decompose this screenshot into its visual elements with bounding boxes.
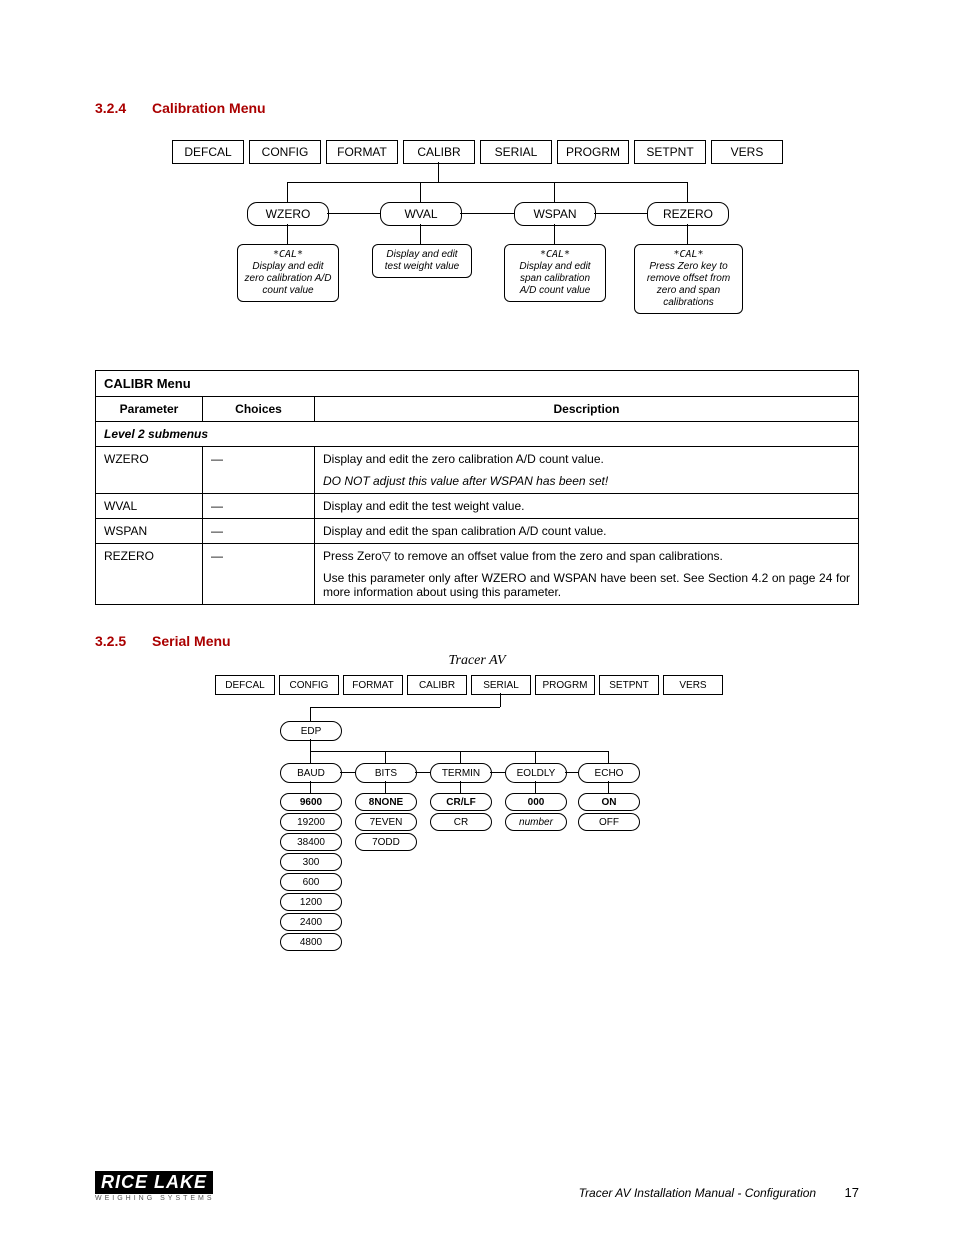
opt-baud: 4800: [280, 933, 342, 951]
opt-eoldly: 000: [505, 793, 567, 811]
opt-termin: CR/LF: [430, 793, 492, 811]
opt-baud: 9600: [280, 793, 342, 811]
submenu-wspan: WSPAN: [514, 202, 596, 226]
menu-vers: VERS: [663, 675, 723, 695]
serial-menu-diagram: DEFCAL CONFIG FORMAT CALIBR SERIAL PROGR…: [215, 675, 725, 975]
submenu-wzero: WZERO: [247, 202, 329, 226]
opt-baud: 600: [280, 873, 342, 891]
section-number: 3.2.5: [95, 633, 126, 649]
table-title: CALIBR Menu: [96, 371, 859, 397]
menu-setpnt: SETPNT: [599, 675, 659, 695]
menu-calibr: CALIBR: [403, 140, 475, 164]
param-bits: BITS: [355, 763, 417, 783]
opt-baud: 1200: [280, 893, 342, 911]
cal-label: *CAL*: [273, 249, 303, 260]
opt-echo: OFF: [578, 813, 640, 831]
opt-bits: 7EVEN: [355, 813, 417, 831]
desc-text: Display and edit the zero calibration A/…: [323, 452, 604, 466]
param-cell: REZERO: [96, 544, 203, 605]
desc-cell: Display and edit the zero calibration A/…: [315, 447, 859, 494]
note-wzero: *CAL* Display and edit zero calibration …: [237, 244, 339, 302]
opt-eoldly: number: [505, 813, 567, 831]
menu-defcal: DEFCAL: [172, 140, 244, 164]
desc-text: DO NOT adjust this value after WSPAN has…: [323, 474, 608, 488]
menu-progrm: PROGRM: [557, 140, 629, 164]
page-number: 17: [845, 1185, 859, 1200]
section-number: 3.2.4: [95, 100, 126, 116]
opt-termin: CR: [430, 813, 492, 831]
param-eoldly: EOLDLY: [505, 763, 567, 783]
desc-cell: Display and edit the span calibration A/…: [315, 519, 859, 544]
menu-config: CONFIG: [249, 140, 321, 164]
level-2-submenus: Level 2 submenus: [96, 422, 859, 447]
menu-serial: SERIAL: [471, 675, 531, 695]
param-cell: WVAL: [96, 494, 203, 519]
desc-cell: Display and edit the test weight value.: [315, 494, 859, 519]
note-rezero: *CAL* Press Zero key to remove offset fr…: [634, 244, 743, 314]
section-title: Serial Menu: [152, 633, 231, 649]
section-3-2-5-heading: 3.2.5 Serial Menu: [95, 633, 859, 649]
opt-baud: 38400: [280, 833, 342, 851]
table-row: WSPAN — Display and edit the span calibr…: [96, 519, 859, 544]
menu-vers: VERS: [711, 140, 783, 164]
cal-label: *CAL*: [673, 249, 703, 260]
calibr-menu-table: CALIBR Menu Parameter Choices Descriptio…: [95, 370, 859, 605]
section-3-2-4-heading: 3.2.4 Calibration Menu: [95, 100, 859, 116]
opt-bits: 8NONE: [355, 793, 417, 811]
menu-calibr: CALIBR: [407, 675, 467, 695]
submenu-wval: WVAL: [380, 202, 462, 226]
note-text: Display and edit zero calibration A/D co…: [245, 261, 332, 296]
menu-serial: SERIAL: [480, 140, 552, 164]
submenu-rezero: REZERO: [647, 202, 729, 226]
menu-format: FORMAT: [326, 140, 398, 164]
opt-echo: ON: [578, 793, 640, 811]
serial-diagram-title: Tracer AV: [95, 653, 859, 669]
page-footer: RICE LAKE WEIGHING SYSTEMS Tracer AV Ins…: [95, 1171, 859, 1202]
menu-format: FORMAT: [343, 675, 403, 695]
param-baud: BAUD: [280, 763, 342, 783]
calibration-menu-diagram: DEFCAL CONFIG FORMAT CALIBR SERIAL PROGR…: [172, 140, 782, 330]
note-text: Display and edit test weight value: [385, 249, 460, 272]
note-text: Display and edit span calibration A/D co…: [519, 261, 590, 296]
submenu-edp: EDP: [280, 721, 342, 741]
desc-text: Press Zero▽ to remove an offset value fr…: [323, 549, 723, 563]
logo-text: RICE LAKE: [95, 1171, 213, 1194]
choices-cell: —: [203, 494, 315, 519]
rice-lake-logo: RICE LAKE WEIGHING SYSTEMS: [95, 1171, 215, 1202]
menu-config: CONFIG: [279, 675, 339, 695]
opt-bits: 7ODD: [355, 833, 417, 851]
note-wspan: *CAL* Display and edit span calibration …: [504, 244, 606, 302]
th-parameter: Parameter: [96, 397, 203, 422]
param-termin: TERMIN: [430, 763, 492, 783]
section-title: Calibration Menu: [152, 100, 266, 116]
opt-baud: 19200: [280, 813, 342, 831]
menu-progrm: PROGRM: [535, 675, 595, 695]
table-row: WVAL — Display and edit the test weight …: [96, 494, 859, 519]
param-cell: WSPAN: [96, 519, 203, 544]
th-choices: Choices: [203, 397, 315, 422]
desc-cell: Press Zero▽ to remove an offset value fr…: [315, 544, 859, 605]
choices-cell: —: [203, 544, 315, 605]
note-text: Press Zero key to remove offset from zer…: [647, 261, 730, 308]
menu-setpnt: SETPNT: [634, 140, 706, 164]
cal-label: *CAL*: [540, 249, 570, 260]
param-echo: ECHO: [578, 763, 640, 783]
desc-text: Use this parameter only after WZERO and …: [323, 571, 850, 599]
opt-baud: 2400: [280, 913, 342, 931]
menu-defcal: DEFCAL: [215, 675, 275, 695]
th-description: Description: [315, 397, 859, 422]
param-cell: WZERO: [96, 447, 203, 494]
opt-baud: 300: [280, 853, 342, 871]
choices-cell: —: [203, 519, 315, 544]
note-wval: Display and edit test weight value: [372, 244, 472, 278]
table-row: REZERO — Press Zero▽ to remove an offset…: [96, 544, 859, 605]
logo-subtext: WEIGHING SYSTEMS: [95, 1195, 215, 1202]
footer-doc-title: Tracer AV Installation Manual - Configur…: [579, 1186, 816, 1200]
choices-cell: —: [203, 447, 315, 494]
table-row: WZERO — Display and edit the zero calibr…: [96, 447, 859, 494]
